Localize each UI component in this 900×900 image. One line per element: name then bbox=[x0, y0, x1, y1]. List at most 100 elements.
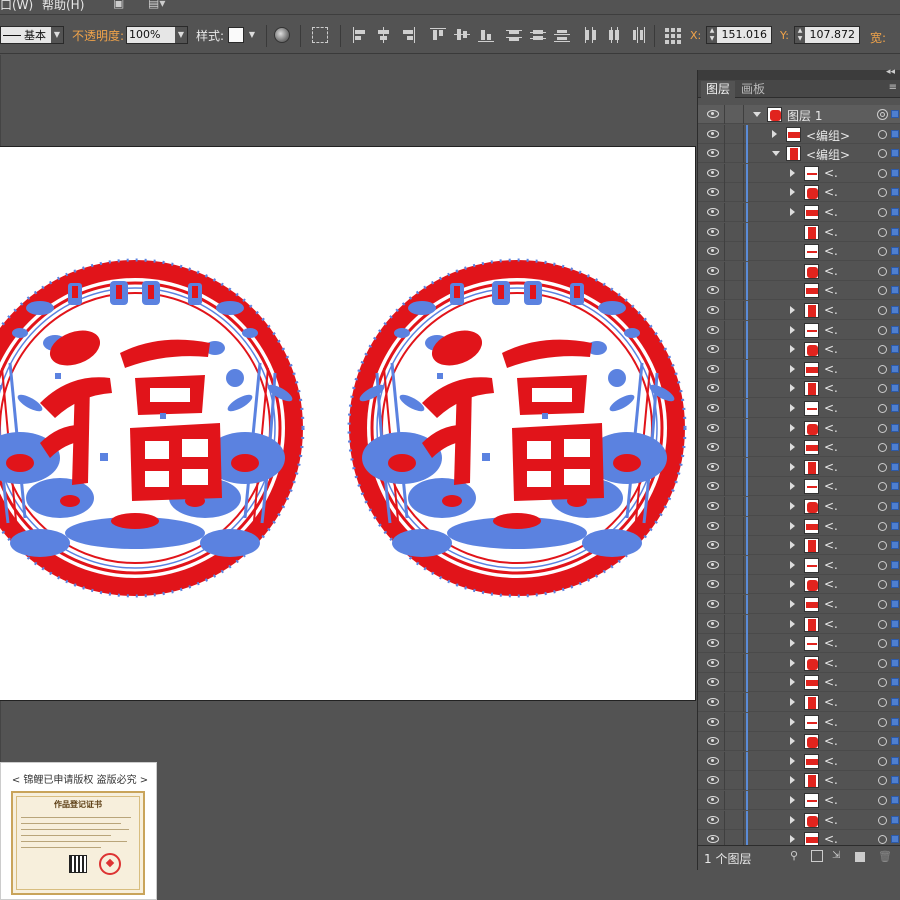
layer-name[interactable]: <. bbox=[824, 656, 838, 670]
layer-name[interactable]: <. bbox=[824, 244, 838, 258]
visibility-eye-icon[interactable] bbox=[707, 207, 719, 216]
visibility-eye-icon[interactable] bbox=[707, 795, 719, 804]
selection-indicator-icon[interactable] bbox=[891, 423, 899, 432]
layer-name[interactable]: <. bbox=[824, 695, 838, 709]
layer-row[interactable]: <. bbox=[698, 203, 900, 222]
expand-triangle-icon[interactable] bbox=[790, 384, 795, 393]
selection-indicator-icon[interactable] bbox=[891, 678, 899, 687]
recolor-artwork-icon[interactable] bbox=[274, 27, 290, 43]
layer-name[interactable]: <. bbox=[824, 734, 838, 748]
layer-name[interactable]: <. bbox=[824, 205, 838, 219]
selection-indicator-icon[interactable] bbox=[891, 247, 899, 256]
layer-row[interactable]: <. bbox=[698, 555, 900, 575]
lock-column[interactable] bbox=[724, 732, 725, 752]
selection-indicator-icon[interactable] bbox=[891, 345, 899, 354]
lock-column[interactable] bbox=[724, 399, 725, 418]
visibility-eye-icon[interactable] bbox=[707, 540, 719, 550]
layer-name[interactable]: <. bbox=[824, 617, 838, 631]
distribute-bottom-icon[interactable] bbox=[554, 27, 570, 43]
expand-triangle-icon[interactable] bbox=[790, 168, 795, 177]
layer-row[interactable]: <. bbox=[698, 516, 900, 536]
target-circle-icon[interactable] bbox=[878, 129, 887, 139]
selection-indicator-icon[interactable] bbox=[891, 462, 899, 471]
lock-column[interactable] bbox=[724, 438, 725, 458]
lock-column[interactable] bbox=[724, 320, 725, 340]
visibility-eye-icon[interactable] bbox=[707, 266, 719, 275]
chevron-down-icon[interactable]: ▼ bbox=[175, 27, 187, 43]
layer-name[interactable]: <. bbox=[824, 773, 838, 787]
layer-row[interactable]: <. bbox=[698, 261, 900, 281]
layer-name[interactable]: <. bbox=[824, 519, 838, 533]
target-circle-icon[interactable] bbox=[878, 776, 887, 786]
layer-row[interactable]: <. bbox=[698, 379, 900, 399]
lock-column[interactable] bbox=[724, 712, 725, 732]
layer-row[interactable]: <. bbox=[698, 575, 900, 595]
expand-triangle-icon[interactable] bbox=[790, 639, 795, 648]
lock-column[interactable] bbox=[724, 497, 725, 516]
expand-triangle-icon[interactable] bbox=[790, 619, 795, 628]
lock-column[interactable] bbox=[724, 124, 725, 144]
visibility-eye-icon[interactable] bbox=[707, 717, 719, 726]
expand-triangle-icon[interactable] bbox=[790, 560, 795, 569]
selection-indicator-icon[interactable] bbox=[891, 737, 899, 746]
layer-row[interactable]: <. bbox=[698, 693, 900, 712]
menu-window[interactable]: 口(W) bbox=[0, 0, 33, 12]
chevron-down-icon[interactable]: ▼ bbox=[246, 27, 258, 43]
search-icon[interactable]: ⚲ bbox=[790, 849, 802, 862]
layer-name[interactable]: <. bbox=[824, 675, 838, 689]
expand-triangle-icon[interactable] bbox=[790, 345, 795, 354]
align-horizontal-center-icon[interactable] bbox=[376, 27, 392, 43]
selection-indicator-icon[interactable] bbox=[891, 168, 899, 177]
visibility-eye-icon[interactable] bbox=[707, 619, 719, 628]
layer-row[interactable]: <. bbox=[698, 477, 900, 497]
opacity-label[interactable]: 不透明度: bbox=[72, 27, 124, 44]
selection-indicator-icon[interactable] bbox=[891, 658, 899, 667]
lock-column[interactable] bbox=[724, 261, 725, 281]
lock-column[interactable] bbox=[724, 340, 725, 360]
lock-column[interactable] bbox=[724, 791, 725, 810]
target-circle-icon[interactable] bbox=[878, 306, 887, 315]
layer-row[interactable]: <. bbox=[698, 301, 900, 320]
stroke-profile-select[interactable]: 基本 ▼ bbox=[0, 26, 64, 44]
layer-name[interactable]: <. bbox=[824, 754, 838, 768]
lock-column[interactable] bbox=[724, 359, 725, 379]
expand-triangle-icon[interactable] bbox=[790, 776, 795, 785]
layer-name[interactable]: <. bbox=[824, 185, 838, 199]
target-circle-icon[interactable] bbox=[878, 345, 887, 355]
target-circle-icon[interactable] bbox=[878, 796, 887, 805]
distribute-horizontal-center-icon[interactable] bbox=[606, 27, 622, 43]
target-circle-icon[interactable] bbox=[878, 717, 887, 727]
expand-triangle-icon[interactable] bbox=[790, 443, 795, 452]
layer-name[interactable]: <. bbox=[824, 303, 838, 317]
layer-row[interactable]: <. bbox=[698, 712, 900, 732]
layer-row[interactable]: <编组> bbox=[698, 124, 900, 144]
target-circle-icon[interactable] bbox=[878, 835, 887, 845]
layer-name[interactable]: <. bbox=[824, 225, 838, 239]
layer-name[interactable]: <. bbox=[824, 460, 838, 474]
visibility-eye-icon[interactable] bbox=[707, 442, 719, 452]
distribute-right-icon[interactable] bbox=[630, 27, 646, 43]
target-circle-icon[interactable] bbox=[878, 560, 887, 570]
visibility-eye-icon[interactable] bbox=[707, 148, 719, 158]
selection-indicator-icon[interactable] bbox=[891, 560, 899, 569]
expand-triangle-icon[interactable] bbox=[790, 796, 795, 804]
target-circle-icon[interactable] bbox=[878, 227, 887, 237]
selection-indicator-icon[interactable] bbox=[891, 482, 899, 491]
visibility-eye-icon[interactable] bbox=[707, 736, 719, 746]
lock-column[interactable] bbox=[724, 575, 725, 595]
target-circle-icon[interactable] bbox=[878, 698, 887, 707]
expand-triangle-icon[interactable] bbox=[790, 208, 795, 216]
selection-indicator-icon[interactable] bbox=[891, 266, 899, 275]
selection-indicator-icon[interactable] bbox=[891, 110, 899, 118]
layer-name[interactable]: <. bbox=[824, 421, 838, 435]
selection-indicator-icon[interactable] bbox=[891, 227, 899, 236]
selection-indicator-icon[interactable] bbox=[891, 796, 899, 804]
visibility-eye-icon[interactable] bbox=[707, 834, 719, 844]
visibility-eye-icon[interactable] bbox=[707, 560, 719, 569]
selection-indicator-icon[interactable] bbox=[891, 306, 899, 314]
layer-row[interactable]: <. bbox=[698, 536, 900, 556]
layer-name[interactable]: <. bbox=[824, 283, 838, 297]
layer-row[interactable]: <. bbox=[698, 183, 900, 203]
selection-indicator-icon[interactable] bbox=[891, 502, 899, 510]
target-circle-icon[interactable] bbox=[878, 423, 887, 433]
